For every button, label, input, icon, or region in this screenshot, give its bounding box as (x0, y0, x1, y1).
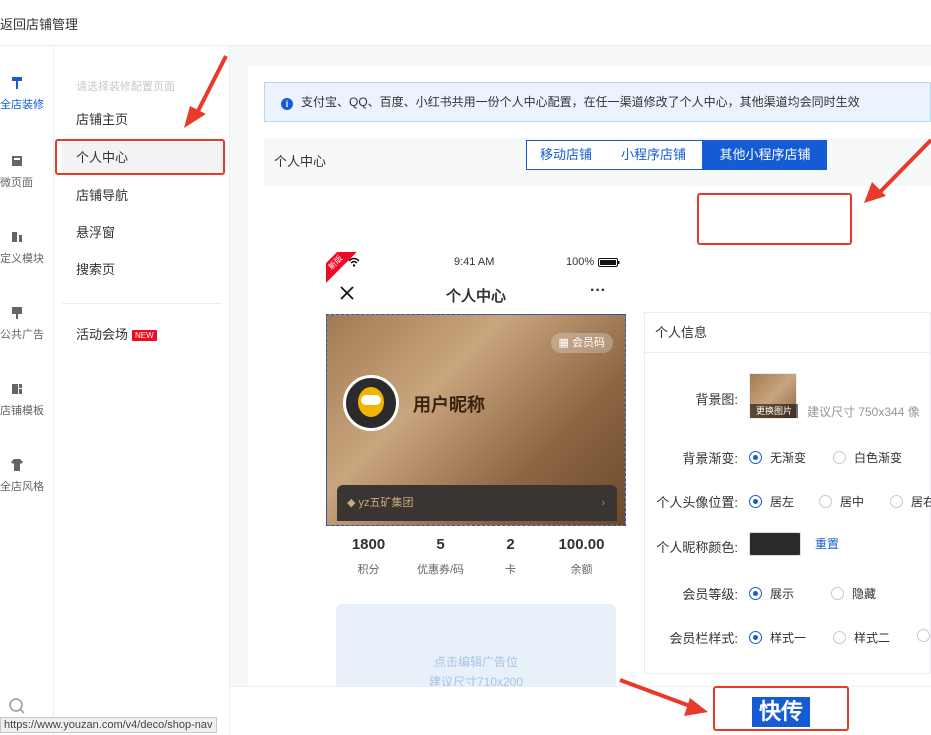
user-nickname: 用户昵称 (413, 395, 485, 415)
member-code-button[interactable]: ▦ 会员码 (550, 333, 613, 353)
radio-bar-style-2[interactable]: 样式二 (833, 629, 890, 646)
highlight-other-miniapp-tab (697, 193, 852, 245)
highlight-save-button (713, 686, 849, 731)
menu-item-event-label: 活动会场 (76, 327, 129, 342)
profile-header[interactable]: ▦ 会员码 用户昵称 ◆ yz五矿集团 › (326, 314, 626, 526)
stat-points[interactable]: 1800 积分 (331, 536, 406, 577)
radio-white-gradient[interactable]: 白色渐变 (833, 449, 902, 466)
asset-stats: 1800 积分 5 优惠券/码 2卡 100.00 余额 (326, 536, 626, 586)
radio-bar-style-3[interactable] (917, 629, 931, 643)
billboard-icon (12, 307, 22, 319)
notice-text: 支付宝、QQ、百度、小红书共用一份个人中心配置，在任一渠道修改了个人中心，其他渠… (301, 95, 860, 109)
ad-slot[interactable]: 点击编辑广告位 建议尺寸710x200 (336, 604, 616, 688)
member-bar-style-label: 会员栏样式: (669, 631, 738, 646)
gradient-label: 背景渐变: (682, 451, 738, 466)
menu-item-search-page[interactable]: 搜索页 (62, 254, 226, 286)
info-icon: i (281, 98, 293, 110)
panel-title: 个人信息 (645, 313, 931, 353)
member-bar[interactable]: ◆ yz五矿集团 › (337, 485, 617, 521)
sync-notice: i 支付宝、QQ、百度、小红书共用一份个人中心配置，在任一渠道修改了个人中心，其他… (264, 82, 931, 122)
radio-no-gradient[interactable]: 无渐变 (749, 449, 806, 466)
menu-item-store-nav[interactable]: 店铺导航 (62, 180, 226, 212)
tab-other-miniapp-store[interactable]: 其他小程序店铺 (703, 140, 827, 170)
new-badge: NEW (132, 330, 157, 342)
radio-level-show[interactable]: 展示 (749, 585, 794, 602)
avatar (343, 375, 399, 431)
status-url: https://www.youzan.com/v4/deco/shop-nav (0, 717, 217, 733)
phone-title: 个人中心 (445, 288, 506, 305)
tab-miniapp-store[interactable]: 小程序店铺 (605, 140, 703, 170)
nav-store-template[interactable]: 店铺模板 (0, 382, 54, 418)
menu-divider (62, 303, 222, 304)
brush-icon (12, 77, 22, 89)
tab-mobile-store[interactable]: 移动店铺 (526, 140, 606, 170)
battery-icon (598, 258, 620, 267)
wifi-icon (348, 257, 360, 267)
status-time: 9:41 AM (454, 256, 495, 268)
top-bar: 返回店铺管理 (0, 0, 931, 46)
qr-icon: ▦ (558, 337, 572, 349)
avatar-position-label: 个人头像位置: (656, 495, 738, 510)
ad-slot-line1: 点击编辑广告位 (433, 655, 518, 669)
stat-coupons[interactable]: 5 优惠券/码 (403, 536, 478, 577)
change-image-button[interactable]: 更换图片 (750, 404, 798, 418)
more-icon[interactable]: ··· (590, 282, 606, 300)
diamond-icon: ◆ (347, 497, 359, 509)
icon-sidebar: 全店装修 微页面 定义模块 公共广告 店铺模板 全店风格 (0, 46, 54, 735)
battery-level: 100% (566, 256, 595, 268)
nav-store-decor[interactable]: 全店装修 (0, 76, 54, 112)
status-bar: 新版 9:41 AM 100% (326, 252, 626, 284)
template-icon (12, 384, 22, 394)
nav-store-style[interactable]: 全店风格 (0, 458, 54, 494)
nickname-color-label: 个人昵称颜色: (656, 540, 738, 555)
stat-cards[interactable]: 2卡 (473, 536, 548, 577)
nickname-color-picker[interactable] (749, 532, 801, 556)
back-to-store-link[interactable]: 返回店铺管理 (0, 14, 78, 33)
radio-level-hide[interactable]: 隐藏 (831, 585, 876, 602)
menu-hint: 请选择装修配置页面 (76, 81, 175, 93)
phone-navbar: 个人中心 ··· (326, 274, 626, 314)
bg-image-thumbnail[interactable]: 更换图片 (749, 373, 798, 419)
nav-public-ads[interactable]: 公共广告 (0, 306, 54, 342)
stat-balance[interactable]: 100.00 余额 (544, 536, 619, 577)
profile-settings-panel: 个人信息 背景图: 更换图片 建议尺寸 750x344 像 背景渐变: 无渐变 … (644, 312, 931, 674)
menu-item-event-venue[interactable]: 活动会场 NEW (62, 319, 226, 351)
radio-bar-style-1[interactable]: 样式一 (749, 629, 806, 646)
nav-custom-module[interactable]: 定义模块 (0, 230, 54, 266)
phone-preview: 新版 9:41 AM 100% 个人中心 ··· ▦ 会员码 用户昵称 ◆ yz… (326, 252, 626, 688)
highlight-personal-center (55, 139, 225, 175)
radio-avatar-left[interactable]: 居左 (749, 493, 794, 510)
radio-avatar-center[interactable]: 居中 (819, 493, 864, 510)
menu-item-store-home[interactable]: 店铺主页 (62, 104, 226, 136)
chevron-right-icon: › (601, 497, 605, 509)
radio-avatar-right[interactable]: 居右 (890, 493, 931, 510)
module-icon (12, 232, 22, 242)
bg-size-hint: 建议尺寸 750x344 像 (807, 405, 920, 419)
bg-image-label: 背景图: (695, 392, 738, 407)
nav-micro-page[interactable]: 微页面 (0, 154, 54, 190)
tshirt-icon (11, 459, 23, 471)
search-icon[interactable] (8, 697, 26, 715)
page-icon (12, 156, 22, 166)
member-level-label: 会员等级: (682, 587, 738, 602)
menu-item-floating-window[interactable]: 悬浮窗 (62, 217, 226, 249)
reset-color-link[interactable]: 重置 (815, 535, 839, 552)
